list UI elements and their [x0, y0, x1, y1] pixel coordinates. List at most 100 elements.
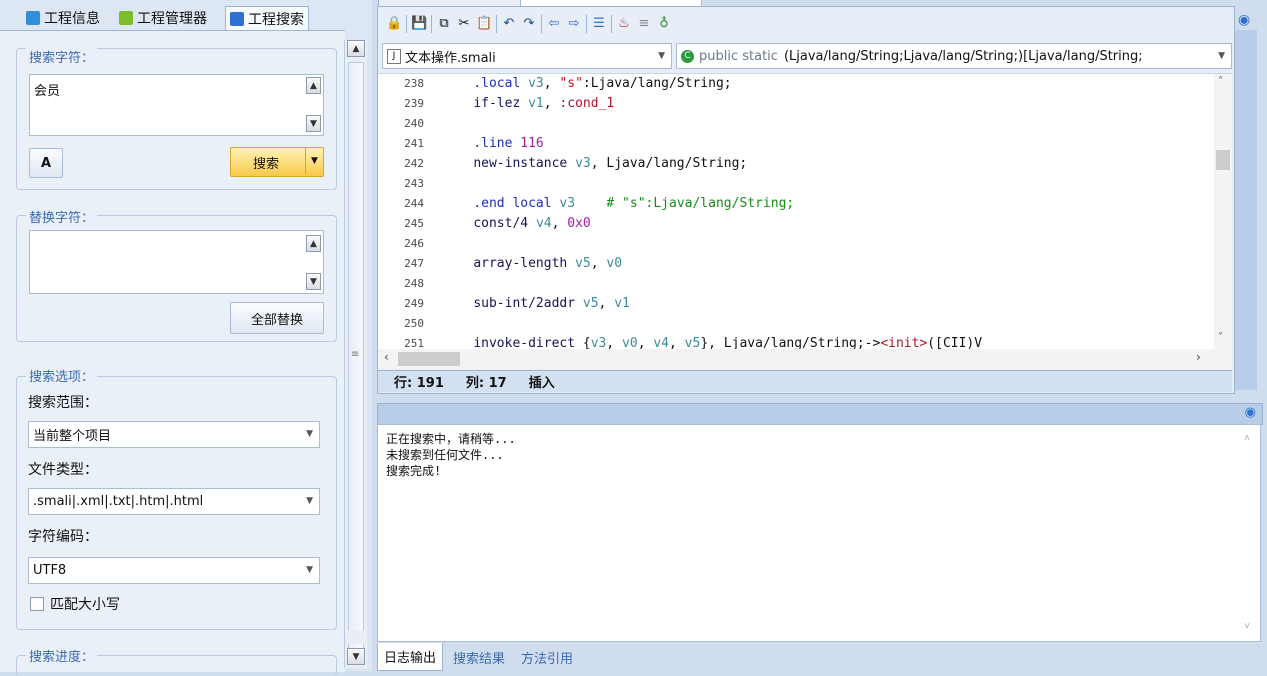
replace-input[interactable]: ▲ ▼	[29, 230, 324, 294]
scope-select[interactable]: 当前整个项目 ▼	[28, 421, 320, 448]
progress-group-title: 搜索进度：	[26, 646, 98, 665]
output-tabs: 日志输出 搜索结果 方法引用	[377, 643, 579, 671]
build-icon[interactable]: ♁	[656, 16, 672, 32]
scroll-up-button[interactable]: ▲	[306, 235, 321, 252]
tab-method-references[interactable]: 方法引用	[515, 644, 579, 671]
line-number: 239	[404, 97, 424, 110]
line-number: 240	[404, 117, 424, 130]
code-hscrollbar[interactable]: ‹ ›	[378, 349, 1232, 369]
scroll-thumb[interactable]	[1216, 150, 1230, 170]
save-icon[interactable]: 💾	[411, 16, 427, 32]
search-group-title: 搜索字符：	[26, 47, 98, 66]
code-line: 242 new-instance v3, Ljava/lang/String;	[378, 154, 747, 174]
forward-icon[interactable]: ⇨	[566, 16, 582, 32]
line-number: 241	[404, 137, 424, 150]
file-select[interactable]: J 文本操作.smali ▼	[382, 43, 672, 69]
scope-label: 搜索范围：	[28, 395, 98, 411]
search-icon	[230, 12, 244, 26]
align-icon[interactable]: ≡	[636, 16, 652, 32]
search-input[interactable]: 会员 ▲ ▼	[29, 74, 324, 136]
code-editor[interactable]: 238 .local v3, "s":Ljava/lang/String; 239…	[378, 73, 1232, 350]
paste-icon[interactable]: 📋	[476, 16, 492, 32]
chevron-left-icon[interactable]: ‹	[384, 350, 389, 364]
copy-icon[interactable]: ⧉	[436, 16, 452, 32]
scroll-down-button[interactable]: ▼	[306, 115, 321, 132]
android-icon	[119, 11, 133, 25]
line-number: 250	[404, 317, 424, 330]
status-col: 列: 17	[465, 376, 507, 391]
wrap-icon[interactable]: ☰	[591, 16, 607, 32]
editor-toolbar: 🔒 💾 ⧉ ✂ 📋 ↶ ↷ ⇦ ⇨ ☰ ♨ ≡ ♁	[386, 12, 672, 36]
chevron-right-icon[interactable]: ›	[1196, 350, 1201, 364]
eye-icon[interactable]: ◉	[1238, 12, 1250, 28]
code-line: 243	[378, 174, 442, 194]
scroll-down-button[interactable]: ▼	[306, 273, 321, 290]
code-line: 239 if-lez v1, :cond_1	[378, 94, 614, 114]
options-group-title: 搜索选项：	[26, 366, 98, 385]
line-number: 242	[404, 157, 424, 170]
back-icon[interactable]: ⇦	[546, 16, 562, 32]
chevron-down-icon[interactable]: ˅	[1218, 332, 1223, 343]
scroll-thumb[interactable]: ≡	[348, 62, 364, 650]
tab-project-manager[interactable]: 工程管理器	[115, 6, 211, 30]
scroll-up-button[interactable]: ▲	[306, 77, 321, 94]
chevron-down-icon[interactable]: ▼	[305, 148, 323, 174]
chevron-up-icon[interactable]: ˄	[1244, 431, 1250, 447]
tab-project-search[interactable]: 工程搜索	[225, 6, 309, 31]
scroll-up-button[interactable]: ▲	[347, 40, 365, 57]
eye-icon[interactable]: ◉	[1245, 405, 1256, 420]
status-mode: 插入	[528, 376, 555, 391]
status-row: 行: 191	[394, 376, 444, 391]
chevron-down-icon: ▼	[306, 496, 313, 506]
toolbar-separator	[431, 15, 432, 33]
match-case-checkbox[interactable]: 匹配大小写	[30, 594, 120, 614]
encoding-select[interactable]: UTF8 ▼	[28, 557, 320, 584]
editor-tab-active[interactable]	[520, 0, 702, 7]
toolbar-separator	[586, 15, 587, 33]
code-vscrollbar[interactable]: ˄ ˅	[1214, 74, 1232, 350]
log-line: 搜索完成!	[386, 464, 442, 478]
line-number: 249	[404, 297, 424, 310]
java-icon[interactable]: ♨	[616, 16, 632, 32]
code-line: 245 const/4 v4, 0x0	[378, 214, 591, 234]
file-icon: J	[387, 48, 401, 64]
right-dock-strip	[1235, 30, 1257, 390]
code-line: 250	[378, 314, 442, 334]
redo-icon[interactable]: ↷	[521, 16, 537, 32]
code-line: 240	[378, 114, 442, 134]
encoding-label: 字符编码：	[28, 529, 98, 545]
scroll-track	[348, 630, 364, 644]
left-scrollbar[interactable]: ▲ ≡ ▼	[344, 40, 367, 668]
line-number: 238	[404, 77, 424, 90]
code-line: 241 .line 116	[378, 134, 544, 154]
toolbar-separator	[496, 15, 497, 33]
font-button[interactable]: A	[29, 148, 63, 178]
lock-icon[interactable]: 🔒	[386, 16, 402, 32]
output-header: ◉	[377, 403, 1263, 425]
tab-project-info[interactable]: 工程信息	[22, 6, 104, 30]
method-select[interactable]: C public static (Ljava/lang/String;Ljava…	[676, 43, 1232, 69]
filetype-label: 文件类型：	[28, 462, 98, 478]
tab-log-output[interactable]: 日志输出	[377, 643, 444, 671]
chevron-up-icon[interactable]: ˄	[1218, 76, 1223, 87]
replace-all-button[interactable]: 全部替换	[230, 302, 324, 334]
log-output[interactable]: 正在搜索中，请稍等... 未搜索到任何文件... 搜索完成! ˄ ˅	[377, 424, 1261, 642]
undo-icon[interactable]: ↶	[501, 16, 517, 32]
code-line: 247 array-length v5, v0	[378, 254, 622, 274]
code-line: 244 .end local v3 # "s":Ljava/lang/Strin…	[378, 194, 794, 214]
scroll-down-button[interactable]: ▼	[347, 648, 365, 665]
toolbar-separator	[406, 15, 407, 33]
scroll-thumb[interactable]	[398, 352, 460, 366]
line-number: 243	[404, 177, 424, 190]
line-number: 245	[404, 217, 424, 230]
tab-search-results[interactable]: 搜索结果	[447, 644, 511, 671]
search-button[interactable]: 搜索 ▼	[230, 147, 324, 177]
chevron-down-icon: ▼	[306, 565, 313, 575]
code-line: 238 .local v3, "s":Ljava/lang/String;	[378, 74, 732, 94]
log-line: 未搜索到任何文件...	[386, 448, 504, 462]
cut-icon[interactable]: ✂	[456, 16, 472, 32]
chevron-down-icon[interactable]: ˅	[1244, 619, 1250, 635]
line-number: 247	[404, 257, 424, 270]
method-icon: C	[681, 49, 694, 63]
filetype-select[interactable]: .smali|.xml|.txt|.htm|.html ▼	[28, 488, 320, 515]
